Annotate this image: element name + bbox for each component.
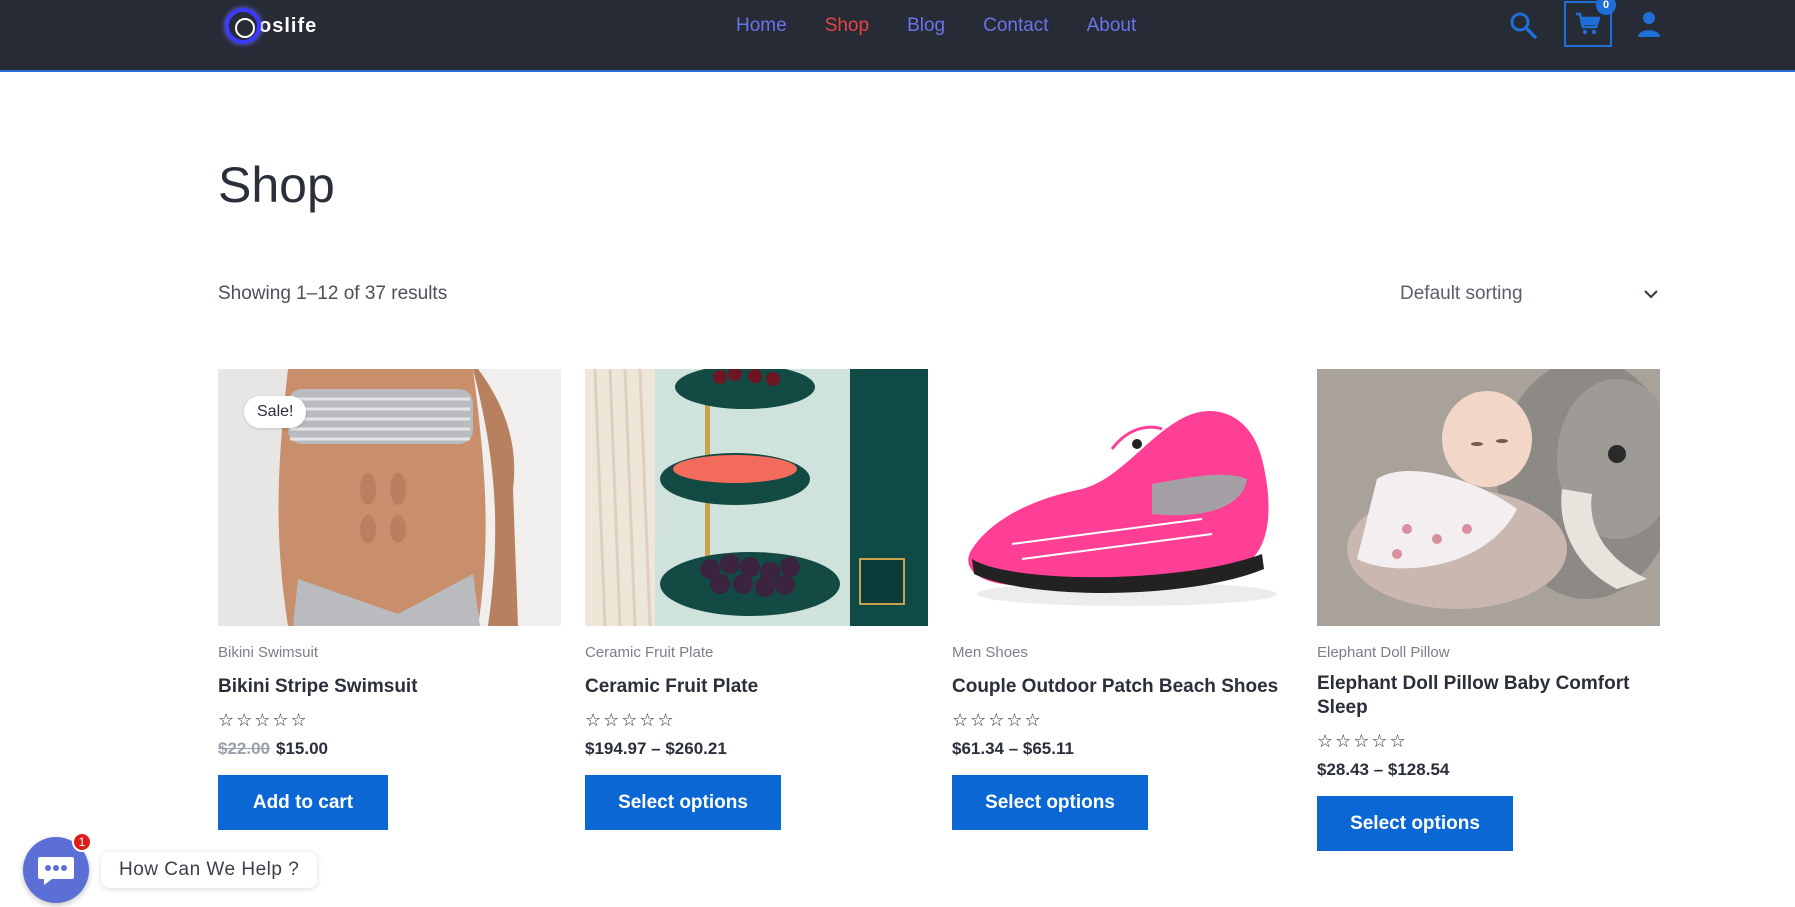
- chat-notification-badge: 1: [72, 832, 92, 852]
- chat-prompt[interactable]: How Can We Help ?: [101, 852, 318, 888]
- rating-stars: ☆☆☆☆☆: [1317, 731, 1408, 751]
- product-card: Men Shoes Couple Outdoor Patch Beach Sho…: [952, 369, 1295, 830]
- product-image-elephant-pillow[interactable]: [1317, 369, 1660, 626]
- rating-stars: ☆☆☆☆☆: [585, 710, 676, 730]
- page-title: Shop: [218, 157, 335, 213]
- rating-stars: ☆☆☆☆☆: [218, 710, 309, 730]
- rating-stars: ☆☆☆☆☆: [952, 710, 1043, 730]
- site-header: oslife Home Shop Blog Contact About 0: [0, 0, 1795, 72]
- product-category[interactable]: Bikini Swimsuit: [218, 644, 318, 661]
- product-card: Sale! Bikini Swimsuit Bikini Stripe Swim…: [218, 369, 561, 830]
- sale-price: $15.00: [276, 739, 328, 758]
- cart-icon: [1576, 12, 1601, 35]
- main-nav: Home Shop Blog Contact About: [736, 14, 1136, 38]
- add-to-cart-button[interactable]: Add to cart: [218, 775, 388, 830]
- chevron-down-icon: [1644, 290, 1658, 299]
- nav-shop[interactable]: Shop: [825, 14, 869, 38]
- nav-home[interactable]: Home: [736, 14, 787, 38]
- chat-icon: [38, 857, 74, 885]
- user-icon[interactable]: [1636, 10, 1662, 38]
- product-price: $194.97 – $260.21: [585, 739, 727, 758]
- select-options-button[interactable]: Select options: [952, 775, 1148, 830]
- product-price: $22.00 $15.00: [218, 739, 328, 759]
- logo-text: oslife: [259, 14, 318, 37]
- product-title[interactable]: Elephant Doll Pillow Baby Comfort Sleep: [1317, 672, 1660, 720]
- result-count: Showing 1–12 of 37 results: [218, 283, 448, 304]
- product-image-bikini[interactable]: Sale!: [218, 369, 561, 626]
- product-price: $61.34 – $65.11: [952, 739, 1074, 758]
- select-options-button[interactable]: Select options: [1317, 796, 1513, 851]
- sale-badge: Sale!: [244, 396, 307, 428]
- nav-contact[interactable]: Contact: [983, 14, 1048, 38]
- sort-dropdown[interactable]: Default sorting: [1400, 278, 1660, 310]
- product-price: $28.43 – $128.54: [1317, 760, 1450, 779]
- product-category[interactable]: Ceramic Fruit Plate: [585, 644, 713, 661]
- cart-count-badge: 0: [1596, 0, 1616, 15]
- product-title[interactable]: Ceramic Fruit Plate: [585, 675, 928, 699]
- product-category[interactable]: Elephant Doll Pillow: [1317, 644, 1450, 661]
- product-title[interactable]: Couple Outdoor Patch Beach Shoes: [952, 675, 1295, 699]
- cart-button[interactable]: 0: [1564, 0, 1616, 47]
- nav-about[interactable]: About: [1087, 14, 1137, 38]
- nav-blog[interactable]: Blog: [907, 14, 945, 38]
- search-icon[interactable]: [1508, 10, 1538, 40]
- sort-selected: Default sorting: [1400, 283, 1523, 304]
- product-card: Ceramic Fruit Plate Ceramic Fruit Plate …: [585, 369, 928, 830]
- old-price: $22.00: [218, 739, 270, 758]
- select-options-button[interactable]: Select options: [585, 775, 781, 830]
- logo-mark: [225, 8, 261, 44]
- product-card: Elephant Doll Pillow Elephant Doll Pillo…: [1317, 369, 1660, 851]
- product-title[interactable]: Bikini Stripe Swimsuit: [218, 675, 561, 699]
- product-image-beach-shoes[interactable]: [952, 369, 1295, 626]
- product-grid: Sale! Bikini Swimsuit Bikini Stripe Swim…: [218, 369, 1660, 869]
- product-image-fruit-plate[interactable]: [585, 369, 928, 626]
- site-logo[interactable]: oslife: [225, 6, 317, 46]
- product-category[interactable]: Men Shoes: [952, 644, 1028, 661]
